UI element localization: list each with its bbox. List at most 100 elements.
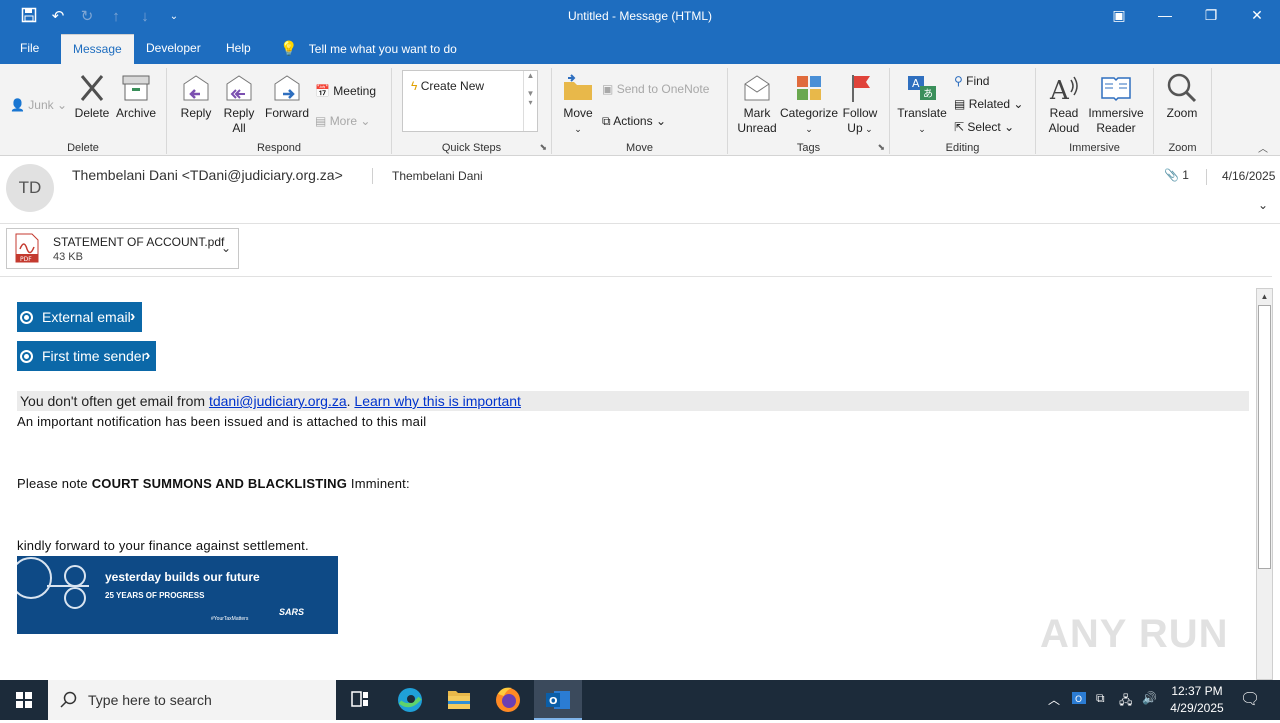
select-button[interactable]: ⇱ Select ⌄ [954,120,1014,134]
tab-file[interactable]: File [8,34,51,64]
forward-button[interactable]: Forward [263,72,311,121]
embedded-banner-image: yesterday builds our future 25 YEARS OF … [17,556,338,634]
attachment-count: 📎 1 [1164,168,1189,182]
categorize-button[interactable]: Categorize ⌄ [780,72,838,137]
window-title: Untitled - Message (HTML) [567,9,713,23]
svg-text:A: A [912,77,920,90]
first-time-sender-tag: First time sender › [17,341,156,371]
immersive-reader-button[interactable]: Immersive Reader [1086,72,1146,136]
quick-steps-group-label: Quick Steps [441,142,502,154]
clock-time: 12:37 PM [1171,684,1223,698]
outlook-taskbar-button[interactable]: O [534,680,582,720]
ribbon-display-options-icon[interactable]: ▣ [1096,0,1142,32]
tab-message[interactable]: Message [61,34,134,64]
windows-icon [16,692,32,708]
dialog-launcher-icon[interactable]: ⬊ [539,142,547,153]
recipient[interactable]: Thembelani Dani [392,169,483,183]
move-button[interactable]: Move ⌄ [560,72,596,137]
swirl-graphic-icon [17,557,89,609]
reply-icon [183,75,209,101]
quick-steps-gallery[interactable]: ϟ Create New ▲ ▼ ▾ [402,70,538,132]
divider [372,168,373,184]
find-button[interactable]: ⚲ Find [954,74,989,88]
quick-step-create-new[interactable]: ϟ Create New [411,79,484,93]
immersive-group-label: Immersive [1069,142,1120,154]
more-respond-button[interactable]: ▤ More ⌄ [315,114,370,128]
taskbar-search-input[interactable]: Type here to search [48,680,336,720]
collapse-ribbon-icon[interactable]: ︿ [1258,140,1268,155]
actions-button[interactable]: ⧉ Actions ⌄ [602,114,666,129]
scroll-up-icon[interactable]: ▲ [1257,289,1272,305]
banner-headline: yesterday builds our future [105,570,260,584]
sender[interactable]: Thembelani Dani <TDani@judiciary.org.za> [72,167,343,183]
attachment-menu-icon[interactable]: ⌄ [221,241,231,255]
notifications-icon[interactable]: 🗨 [1240,689,1260,709]
message-header: TD Thembelani Dani <TDani@judiciary.org.… [0,156,1280,224]
close-button[interactable]: ✕ [1234,0,1280,32]
flag-icon [852,75,870,102]
move-group: Move ⌄ ▣ Send to OneNote ⧉ Actions ⌄ Move [552,68,728,154]
reply-all-button[interactable]: Reply All [219,72,259,136]
sars-logo: SARS [279,607,305,617]
related-button[interactable]: ▤ Related ⌄ [954,97,1023,111]
show-hidden-icons-icon[interactable]: ︿ [1048,691,1060,708]
read-aloud-icon: A [1049,76,1078,104]
translate-button[interactable]: Aあ Translate ⌄ [896,72,948,137]
taskbar-clock[interactable]: 12:37 PM 4/29/2025 [1162,683,1232,717]
divider [1206,169,1207,185]
magnifier-icon [1167,73,1197,103]
edge-taskbar-button[interactable] [386,680,434,720]
zoom-button[interactable]: Zoom [1162,72,1202,121]
pdf-icon: PDF [15,233,39,263]
tell-me-search[interactable]: 💡 Tell me what you want to do [280,34,457,64]
restore-button[interactable]: ❐ [1188,0,1234,32]
tab-help[interactable]: Help [214,34,263,64]
reply-button[interactable]: Reply [177,72,215,121]
tags-group-label: Tags [796,142,821,154]
categorize-icon [797,76,821,100]
outlook-tray-icon[interactable]: O [1071,690,1087,709]
received-date: 4/16/2025 [1222,169,1276,183]
folder-icon [448,691,470,709]
actions-icon: ⧉ [602,114,611,128]
info-icon [20,311,33,324]
quick-steps-scroll[interactable]: ▲ ▼ ▾ [523,71,537,131]
network-icon[interactable]: 🖧 [1119,691,1132,712]
svg-text:PDF: PDF [20,256,32,263]
anyrun-watermark: ANY RUN [1040,612,1229,656]
attachment-card[interactable]: PDF STATEMENT OF ACCOUNT.pdf 43 KB ⌄ [6,228,239,269]
minimize-button[interactable]: — [1142,0,1188,32]
scrollbar-thumb[interactable] [1258,305,1271,569]
first-contact-banner: You don't often get email from tdani@jud… [17,391,1249,411]
tell-me-label: Tell me what you want to do [308,42,457,56]
junk-button[interactable]: 👤 Junk ⌄ [10,98,67,112]
expand-header-icon[interactable]: ⌄ [1258,198,1268,212]
tab-developer[interactable]: Developer [134,34,213,64]
device-tray-icon[interactable]: ⧉ [1096,691,1105,706]
info-icon [20,350,33,363]
start-button[interactable] [0,680,48,720]
zoom-group-label: Zoom [1168,142,1197,154]
more-icon: ▤ [315,114,327,128]
follow-up-button[interactable]: Follow Up ⌄ [840,72,880,137]
mark-unread-icon [744,75,770,101]
cursor-icon: ⇱ [954,120,965,134]
sender-email-link[interactable]: tdani@judiciary.org.za [209,393,347,409]
archive-button[interactable]: Archive [114,72,158,121]
task-view-button[interactable] [336,680,384,720]
title-bar: ↶ ↻ ↑ ↓ ⌄ Untitled - Message (HTML) ▣ — … [0,0,1280,34]
send-to-onenote-button[interactable]: ▣ Send to OneNote [602,82,709,96]
file-explorer-taskbar-button[interactable] [435,680,483,720]
move-folder-icon [564,74,592,100]
firefox-taskbar-button[interactable] [484,680,532,720]
learn-why-link[interactable]: Learn why this is important [354,393,521,409]
lightbulb-icon: 💡 [280,40,298,56]
delete-button[interactable]: Delete [74,72,110,121]
external-email-tag: External email › [17,302,142,332]
body-scrollbar[interactable]: ▲ [1256,288,1273,680]
tags-dialog-launcher-icon[interactable]: ⬊ [877,142,885,153]
volume-icon[interactable]: 🔊 [1142,691,1157,705]
mark-unread-button[interactable]: Mark Unread [734,72,780,136]
meeting-button[interactable]: 📅 Meeting [315,84,376,98]
read-aloud-button[interactable]: A Read Aloud [1044,72,1084,136]
